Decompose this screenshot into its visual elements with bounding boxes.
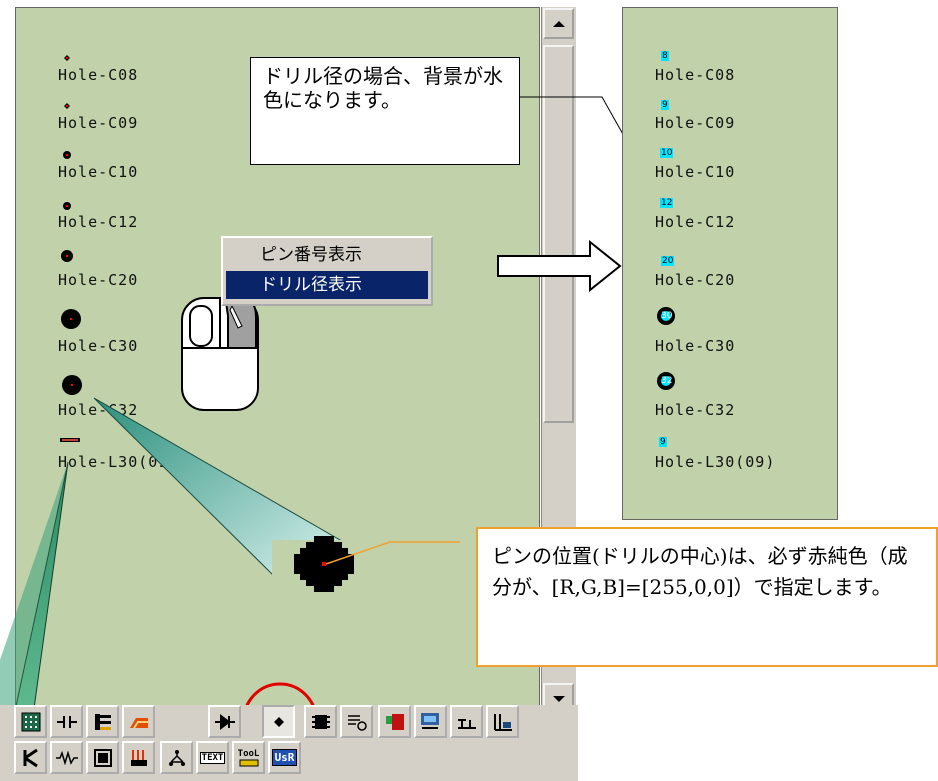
heater-icon (130, 749, 147, 766)
jumper-icon (457, 718, 476, 729)
switch-tool-button[interactable] (340, 705, 373, 738)
hole-tool-button[interactable] (262, 705, 295, 738)
pin-note-callout: ピンの位置(ドリルの中心)は、必ず赤純色（成分が、[R,G,B]=[255,0,… (476, 527, 938, 667)
led-tool-button[interactable] (378, 705, 411, 738)
transistor-icon (23, 748, 38, 767)
hole-label: Hole-L30(09) (655, 453, 776, 471)
drill-size-label: 9 (661, 100, 669, 110)
capacitor-icon (56, 715, 77, 728)
connector-icon (94, 713, 111, 730)
network-tool-button[interactable] (160, 741, 193, 774)
switch-icon (347, 714, 367, 731)
drill-size-label: 9 (659, 437, 667, 447)
diode-tool-button[interactable] (208, 705, 241, 738)
drill-size-label: 8 (661, 51, 669, 61)
drill-hole-symbols (657, 307, 675, 390)
network-icon (168, 749, 185, 766)
drill-note-callout: ドリル径の場合、背景が水色になります。 (250, 57, 520, 165)
hole-label: Hole-C12 (655, 213, 736, 231)
grid-tool-button[interactable] (14, 705, 47, 738)
hole-label: Hole-C32 (655, 401, 736, 419)
resistor-icon (55, 750, 78, 765)
transistor-tool-button[interactable] (14, 741, 47, 774)
hole-label: Hole-C09 (655, 114, 736, 132)
drill-size-label: 10 (660, 148, 674, 158)
text-tool-label: TEXT (199, 751, 226, 764)
user-tool-button[interactable]: UsR (268, 741, 301, 774)
toolbox-icon (239, 759, 258, 766)
drill-view-canvas[interactable]: 8 9 10 12 20 30 32 9 Hole-C08 Hole-C09 H… (622, 7, 838, 520)
hole-label: Hole-C08 (655, 66, 736, 84)
heater-tool-button[interactable] (122, 741, 155, 774)
connector-tool-button[interactable] (86, 705, 119, 738)
connector2-tool-button[interactable] (122, 705, 155, 738)
drill-size-label: 32 (661, 376, 673, 386)
hole-label: Hole-C20 (655, 271, 736, 289)
arrow-right-icon (497, 240, 622, 292)
module-tool-button[interactable] (414, 705, 447, 738)
relay-icon (93, 748, 112, 767)
diode-icon (214, 713, 235, 730)
context-menu: ピン番号表示 ドリル径表示 (221, 236, 433, 306)
menu-item-pin-number[interactable]: ピン番号表示 (226, 241, 428, 269)
tool-settings-button[interactable]: TooL (232, 741, 265, 774)
drill-size-label: 12 (660, 198, 674, 208)
drill-size-label: 20 (661, 256, 675, 266)
jumper-tool-button[interactable] (450, 705, 483, 738)
mouse-icon (181, 297, 259, 411)
menu-item-drill-diameter[interactable]: ドリル径表示 (226, 271, 428, 299)
ic-icon (311, 714, 330, 729)
tool-label: TooL (237, 748, 260, 759)
led-icon (385, 713, 404, 730)
text-tool-button[interactable]: TEXT (196, 741, 229, 774)
module-icon (420, 712, 439, 729)
pin-header-tool-button[interactable] (486, 705, 519, 738)
relay-tool-button[interactable] (86, 741, 119, 774)
connector2-icon (129, 717, 148, 729)
ic-tool-button[interactable] (304, 705, 337, 738)
hole-icon (273, 716, 284, 727)
component-toolbar: TEXT TooL UsR (0, 705, 578, 781)
capacitor-tool-button[interactable] (50, 705, 83, 738)
user-tool-label: UsR (271, 749, 298, 766)
drill-size-label: 30 (661, 311, 673, 321)
resistor-tool-button[interactable] (50, 741, 83, 774)
pin-header-icon (493, 713, 512, 731)
hole-label: Hole-C30 (655, 337, 736, 355)
grid-icon (21, 712, 40, 731)
hole-label: Hole-C10 (655, 163, 736, 181)
